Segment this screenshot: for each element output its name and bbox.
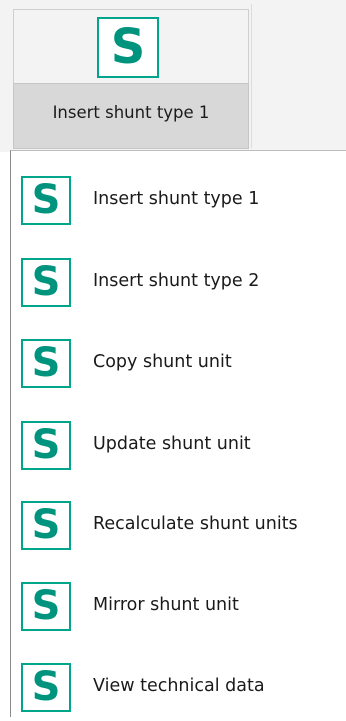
menu-item-insert-shunt-type-1[interactable]: S Insert shunt type 1 — [12, 156, 346, 234]
shunt-s-icon: S — [97, 17, 159, 78]
menu-item-label: Copy shunt unit — [93, 352, 232, 372]
split-button-label: Insert shunt type 1 — [52, 103, 210, 122]
insert-shunt-split-button[interactable]: S Insert shunt type 1 — [13, 9, 249, 209]
shunt-s-icon: S — [21, 176, 71, 225]
ribbon-divider — [251, 4, 252, 148]
shunt-s-icon: S — [21, 421, 71, 470]
menu-item-label: Insert shunt type 1 — [93, 189, 260, 209]
shunt-s-icon: S — [21, 258, 71, 307]
menu-item-view-technical-data[interactable]: S View technical data — [12, 643, 346, 721]
menu-item-label: Recalculate shunt units — [93, 514, 298, 534]
shunt-s-icon: S — [21, 663, 71, 712]
shunt-s-icon: S — [21, 339, 71, 388]
menu-item-label: View technical data — [93, 676, 265, 696]
menu-item-label: Insert shunt type 2 — [93, 271, 260, 291]
menu-item-label: Mirror shunt unit — [93, 595, 239, 615]
menu-item-mirror-shunt-unit[interactable]: S Mirror shunt unit — [12, 562, 346, 640]
menu-item-insert-shunt-type-2[interactable]: S Insert shunt type 2 — [12, 238, 346, 316]
menu-item-update-shunt-unit[interactable]: S Update shunt unit — [12, 401, 346, 479]
split-button-main[interactable]: S — [13, 9, 249, 83]
shunt-s-icon: S — [21, 582, 71, 631]
menu-item-copy-shunt-unit[interactable]: S Copy shunt unit — [12, 319, 346, 397]
menu-item-label: Update shunt unit — [93, 434, 251, 454]
menu-item-recalculate-shunt-units[interactable]: S Recalculate shunt units — [12, 481, 346, 559]
shunt-s-icon: S — [21, 501, 71, 550]
dropdown-menu: S Insert shunt type 1 S Insert shunt typ… — [10, 150, 346, 717]
